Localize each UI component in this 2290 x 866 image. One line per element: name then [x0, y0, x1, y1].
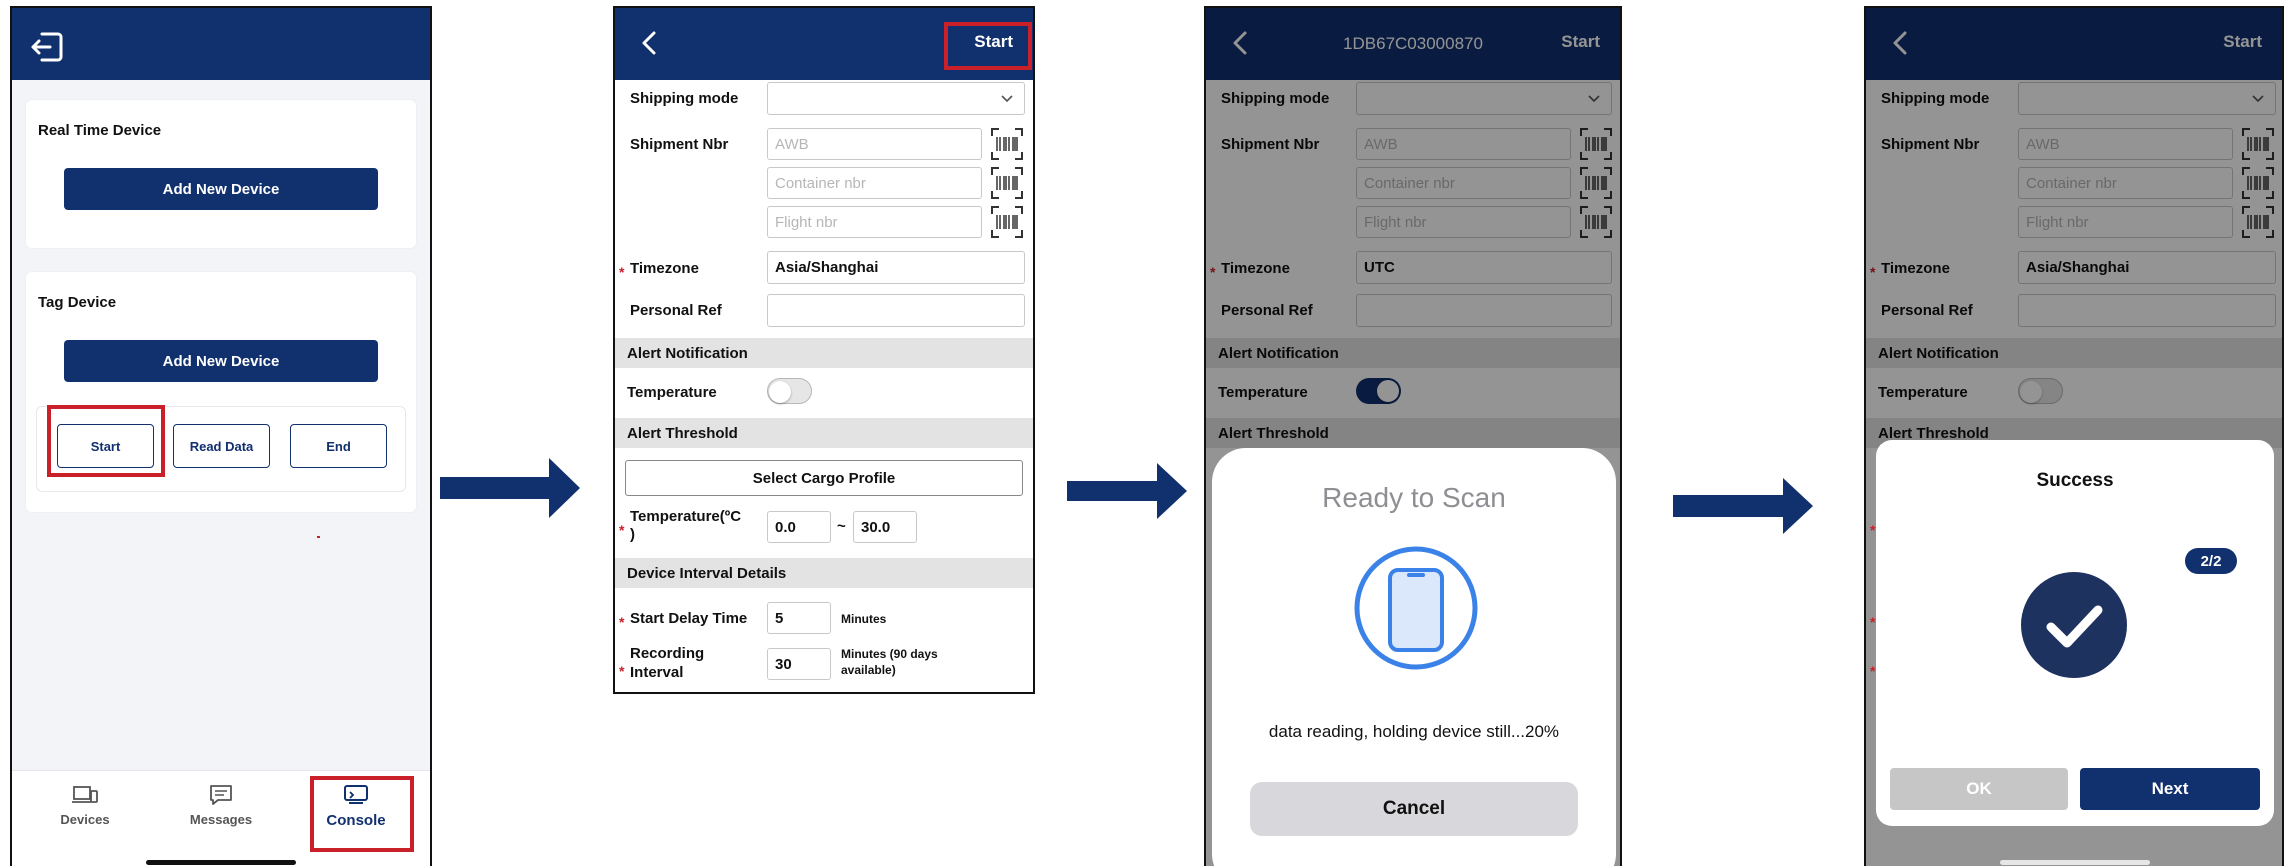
start-header-highlight	[944, 22, 1032, 70]
messages-icon	[210, 785, 232, 805]
required-mark: *	[619, 522, 625, 538]
alert-threshold-section: Alert Threshold	[615, 418, 1033, 448]
start-delay-input[interactable]: 5	[767, 602, 831, 634]
barcode-scan-icon[interactable]	[991, 167, 1023, 199]
minutes-unit: Minutes	[841, 612, 887, 626]
checkmark-circle-icon	[2021, 572, 2127, 678]
back-chevron-icon[interactable]	[637, 30, 663, 56]
tab-messages[interactable]: Messages	[176, 784, 266, 827]
ok-button[interactable]: OK	[1890, 768, 2068, 810]
tab-messages-label: Messages	[189, 812, 253, 827]
timezone-label: Timezone	[630, 260, 699, 277]
real-time-device-card: Real Time Device Add New Device	[26, 100, 416, 248]
screen-success: Start Shipping mode Shipment Nbr AWB Con…	[1864, 6, 2284, 866]
recording-interval-input[interactable]: 30	[767, 648, 831, 680]
shipment-nbr-label: Shipment Nbr	[630, 136, 729, 153]
required-mark: *	[619, 614, 625, 630]
arrow-right-icon	[1673, 478, 1813, 534]
scan-status: data reading, holding device still...20%	[1268, 722, 1560, 741]
cancel-scan-button[interactable]: Cancel	[1250, 782, 1578, 836]
temperature-range-label: Temperature(ºC )	[630, 508, 742, 543]
screen-start-form: Start Shipping mode Shipment Nbr AWB Con…	[613, 6, 1035, 694]
real-time-device-title: Real Time Device	[38, 122, 162, 139]
tab-devices[interactable]: Devices	[40, 784, 130, 827]
barcode-scan-icon[interactable]	[991, 206, 1023, 238]
required-mark: *	[619, 663, 625, 679]
screen-device-console: Real Time Device Add New Device Tag Devi…	[10, 6, 432, 866]
required-mark: *	[1870, 663, 1876, 679]
toggle-knob	[769, 381, 791, 403]
scan-title: Ready to Scan	[1322, 482, 1506, 513]
select-cargo-profile-button[interactable]: Select Cargo Profile	[625, 460, 1023, 496]
devices-icon	[72, 786, 98, 803]
barcode-scan-icon[interactable]	[991, 128, 1023, 160]
alert-notification-section: Alert Notification	[615, 338, 1033, 368]
start-delay-label: Start Delay Time	[630, 610, 748, 627]
shipping-mode-label: Shipping mode	[630, 90, 739, 107]
screen-ready-to-scan: 1DB67C03000870 Start Shipping mode Shipm…	[1204, 6, 1622, 866]
success-dialog: Success 2/2 OK Next	[1876, 440, 2274, 826]
read-data-button[interactable]: Read Data	[173, 424, 270, 468]
recording-interval-label: Recording Interval	[630, 645, 705, 681]
recording-interval-note: Minutes (90 days available)	[841, 647, 938, 677]
shipping-mode-select[interactable]	[767, 82, 1025, 115]
end-button[interactable]: End	[290, 424, 387, 468]
container-nbr-input[interactable]: Container nbr	[767, 167, 982, 199]
flight-nbr-input[interactable]: Flight nbr	[767, 206, 982, 238]
tab-devices-label: Devices	[60, 812, 110, 827]
red-dot	[317, 536, 320, 538]
ready-to-scan-sheet: Ready to Scan data reading, holding devi…	[1212, 448, 1616, 866]
arrow-right-icon	[440, 458, 580, 518]
next-button[interactable]: Next	[2080, 768, 2260, 810]
home-indicator	[146, 860, 296, 865]
progress-counter-badge: 2/2	[2185, 548, 2237, 574]
awb-input[interactable]: AWB	[767, 128, 982, 160]
add-real-time-device-button[interactable]: Add New Device	[64, 168, 378, 210]
console-highlight	[310, 776, 414, 852]
top-bar	[12, 8, 430, 80]
device-interval-section: Device Interval Details	[615, 558, 1033, 588]
personal-ref-label: Personal Ref	[630, 302, 722, 319]
home-indicator	[2000, 860, 2150, 865]
required-mark: *	[1870, 522, 1876, 538]
required-mark: *	[1870, 614, 1876, 630]
tag-device-title: Tag Device	[38, 294, 117, 311]
required-mark: *	[619, 264, 625, 280]
logout-icon[interactable]	[30, 30, 64, 64]
range-separator: ~	[837, 518, 846, 535]
start-highlight	[47, 405, 165, 477]
success-title: Success	[2036, 470, 2114, 491]
arrow-right-icon	[1067, 463, 1187, 519]
temperature-alert-toggle[interactable]	[767, 378, 812, 404]
add-tag-device-button[interactable]: Add New Device	[64, 340, 378, 382]
personal-ref-input[interactable]	[767, 294, 1025, 327]
timezone-select[interactable]: Asia/Shanghai	[767, 251, 1025, 284]
temperature-alert-label: Temperature	[627, 384, 717, 401]
temp-min-input[interactable]: 0.0	[767, 511, 831, 543]
chevron-down-icon	[1001, 95, 1013, 103]
temp-max-input[interactable]: 30.0	[853, 511, 917, 543]
phone-scan-icon	[1354, 546, 1478, 670]
